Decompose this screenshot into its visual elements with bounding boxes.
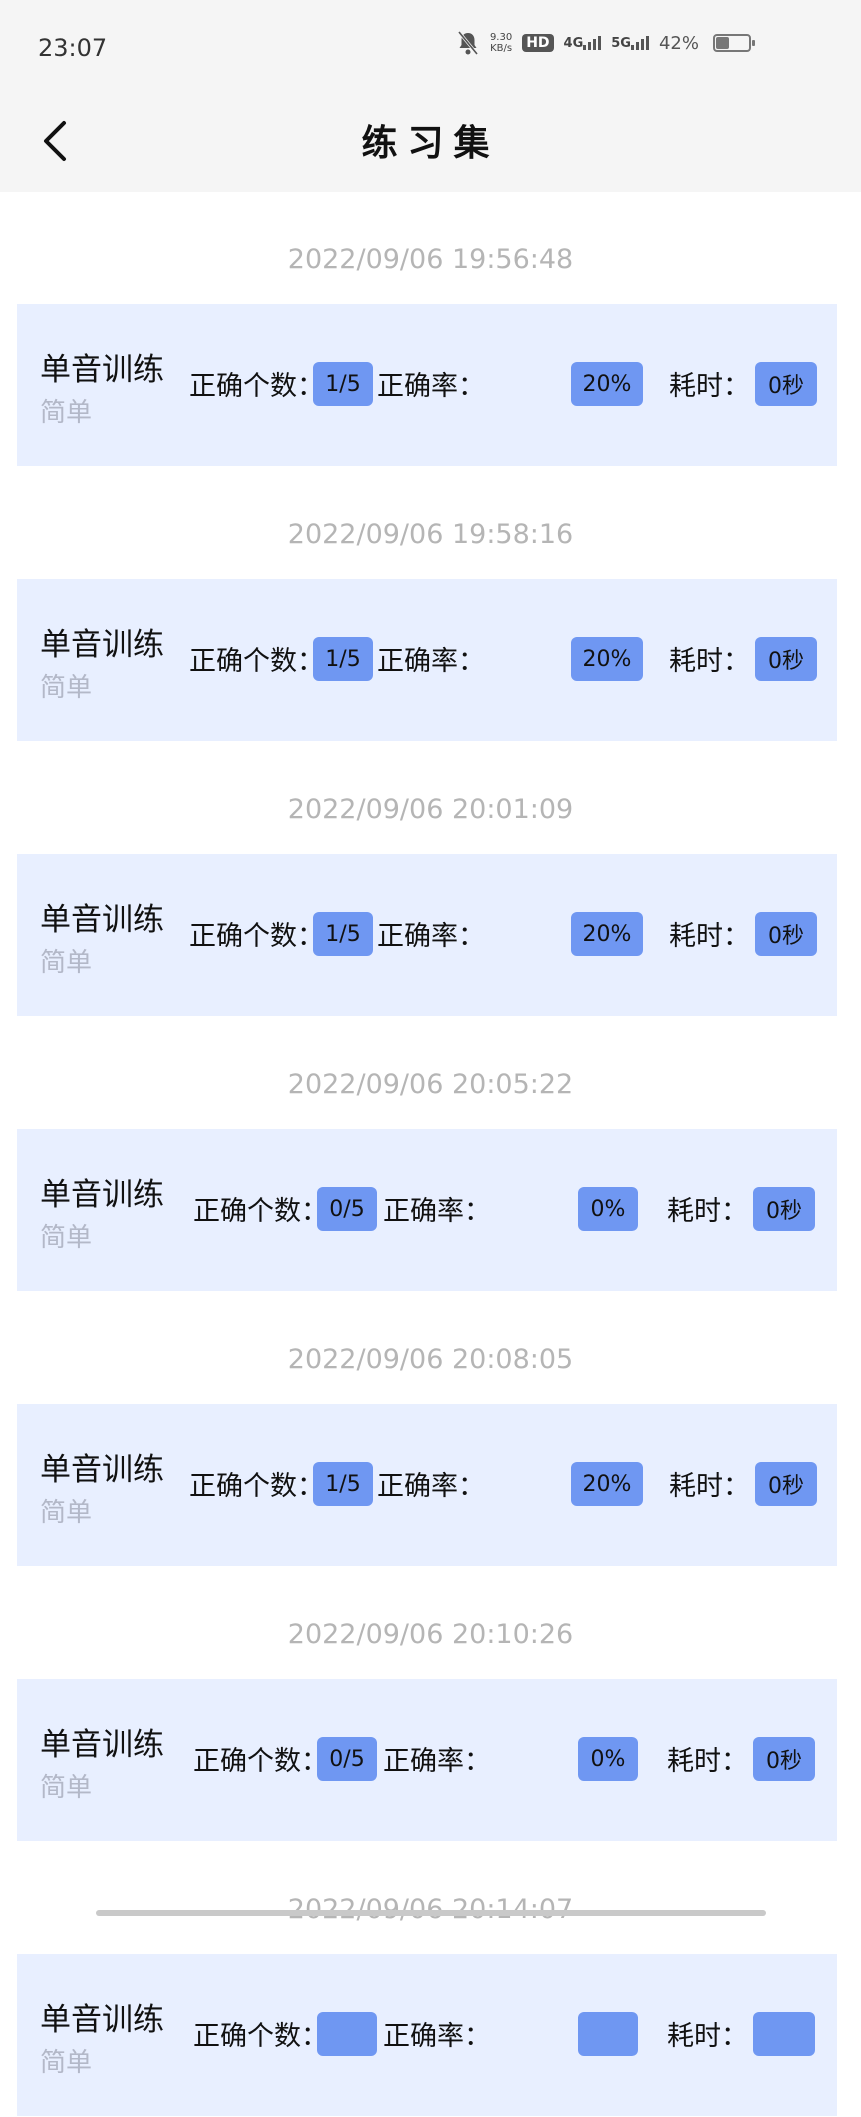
duration-label: 耗时：: [669, 921, 750, 952]
record-card[interactable]: 单音训练简单 正确个数： 1/5 正确率： 20% 耗时： 0秒: [17, 579, 837, 741]
net-speed-value: 9.30: [489, 32, 513, 43]
correct-count-label: 正确个数：: [193, 1746, 328, 1777]
accuracy-badge: 20%: [571, 1462, 643, 1506]
duration-badge: 0秒: [755, 912, 817, 956]
correct-count-badge: 0/5: [317, 1737, 377, 1781]
duration-badge: 0秒: [755, 1462, 817, 1506]
training-name: 单音训练: [40, 1177, 164, 1213]
correct-count-badge: 1/5: [313, 1462, 373, 1506]
record-list[interactable]: 2022/09/06 19:56:48 单音训练 简单 正确个数： 1/5 正确率： 20%…: [0, 192, 861, 2117]
record-card[interactable]: 单音训练简单 正确个数： 0/5 正确率： 0% 耗时： 0秒: [17, 1679, 837, 1841]
difficulty-level: 简单: [40, 398, 93, 428]
correct-count-badge: 0/5: [317, 1187, 377, 1231]
difficulty-level: 简单: [40, 1223, 93, 1253]
net-speed: 9.30 KB/s: [490, 32, 512, 54]
difficulty-level: 简单: [40, 1498, 93, 1528]
correct-count-label: 正确个数：: [193, 2021, 328, 2052]
training-name: 单音训练: [40, 627, 164, 663]
status-bar: 23:07 9.30 KB/s HD 4G 5G 42%: [0, 0, 861, 100]
record-card[interactable]: 单音训练简单 正确个数： 1/5 正确率： 20% 耗时： 0秒: [17, 854, 837, 1016]
duration-label: 耗时：: [667, 2021, 748, 2052]
home-indicator[interactable]: [96, 1910, 766, 1916]
status-icons: 9.30 KB/s HD 4G 5G 42%: [456, 30, 755, 56]
list-item: 2022/09/06 19:58:16 单音训练简单 正确个数： 1/5 正确率： 20%…: [0, 467, 861, 742]
duration-label: 耗时：: [667, 1746, 748, 1777]
record-card[interactable]: 单音训练简单 正确个数： 0/5 正确率： 0% 耗时： 0秒: [17, 1129, 837, 1291]
correct-count-badge: 1/5: [313, 637, 373, 681]
list-item: 2022/09/06 19:56:48 单音训练简单 正确个数： 1/5 正确率： 20%…: [0, 192, 861, 467]
signal-5g-icon: 5G: [611, 36, 649, 51]
correct-count-badge: [317, 2012, 377, 2056]
record-timestamp: 2022/09/06 20:05:22: [287, 1069, 574, 1100]
difficulty-level: 简单: [40, 2048, 93, 2078]
record-timestamp: 2022/09/06 20:08:05: [287, 1344, 574, 1375]
app-header: 练习集: [0, 100, 861, 192]
duration-label: 耗时：: [667, 1196, 748, 1227]
list-item: 2022/09/06 20:05:22 单音训练简单 正确个数： 0/5 正确率： 0% 耗…: [0, 1017, 861, 1292]
list-item: 2022/09/06 20:08:05 单音训练简单 正确个数： 1/5 正确率： 20%…: [0, 1292, 861, 1567]
signal-4g-label: 4G: [563, 35, 584, 51]
page-title: 练习集: [361, 122, 500, 164]
bell-off-icon: [456, 30, 480, 56]
record-timestamp: 2022/09/06 20:10:26: [287, 1619, 574, 1650]
duration-badge: [753, 2012, 815, 2056]
accuracy-badge: 20%: [571, 637, 643, 681]
record-timestamp: 2022/09/06 20:01:09: [287, 794, 574, 825]
duration-label: 耗时：: [669, 371, 750, 402]
duration-badge: 0秒: [753, 1737, 815, 1781]
record-card[interactable]: 单音训练简单 正确个数： 1/5 正确率： 20% 耗时： 0秒: [17, 1404, 837, 1566]
net-speed-unit: KB/s: [490, 43, 513, 54]
correct-count-label: 正确个数：: [193, 1196, 328, 1227]
training-name: 单音训练: [40, 2002, 164, 2038]
list-item: 2022/09/06 20:10:26 单音训练简单 正确个数： 0/5 正确率： 0% 耗…: [0, 1567, 861, 1842]
list-item: 2022/09/06 20:14:07单音训练简单正确个数：正确率：耗时：: [0, 1842, 861, 2117]
duration-label: 耗时：: [669, 1471, 750, 1502]
status-time: 23:07: [38, 34, 108, 62]
hd-icon: HD: [522, 34, 554, 52]
difficulty-level: 简单: [40, 673, 93, 703]
training-name: 单音训练: [40, 352, 164, 388]
accuracy-badge: [578, 2012, 638, 2056]
training-name: 单音训练: [40, 1727, 164, 1763]
difficulty-level: 简单: [40, 948, 93, 978]
accuracy-label: 正确率：: [377, 921, 485, 952]
accuracy-label: 正确率：: [383, 1196, 491, 1227]
record-timestamp: 2022/09/06 19:56:48: [287, 244, 574, 275]
battery-icon: [713, 34, 755, 52]
accuracy-badge: 20%: [571, 912, 643, 956]
list-item: 2022/09/06 20:01:09 单音训练简单 正确个数： 1/5 正确率： 20%…: [0, 742, 861, 1017]
accuracy-label: 正确率：: [383, 2021, 491, 2052]
record-timestamp: 2022/09/06 19:58:16: [287, 519, 574, 550]
accuracy-label: 正确率：: [377, 646, 485, 677]
accuracy-badge: 0%: [578, 1737, 638, 1781]
battery-percent: 42%: [658, 32, 699, 54]
record-card[interactable]: 单音训练简单 正确个数： 1/5 正确率： 20% 耗时： 0秒: [17, 304, 837, 466]
signal-5g-label: 5G: [611, 35, 631, 51]
correct-count-label: 正确个数：: [189, 921, 324, 952]
correct-count-label: 正确个数：: [189, 646, 324, 677]
accuracy-label: 正确率：: [377, 1471, 485, 1502]
correct-count-label: 正确个数：: [189, 371, 324, 402]
training-name: 单音训练: [40, 902, 164, 938]
accuracy-badge: 0%: [578, 1187, 638, 1231]
duration-badge: 0秒: [755, 362, 817, 406]
correct-count-badge: 1/5: [313, 912, 373, 956]
accuracy-label: 正确率：: [377, 371, 485, 402]
duration-badge: 0秒: [753, 1187, 815, 1231]
correct-count-label: 正确个数：: [189, 1471, 324, 1502]
difficulty-level: 简单: [40, 1773, 93, 1803]
correct-count-badge: 1/5: [313, 362, 373, 406]
signal-4g-icon: 4G: [564, 36, 602, 51]
record-card[interactable]: 单音训练简单 正确个数： 正确率： 耗时：: [17, 1954, 837, 2116]
accuracy-badge: 20%: [571, 362, 643, 406]
duration-badge: 0秒: [755, 637, 817, 681]
duration-label: 耗时：: [669, 646, 750, 677]
accuracy-label: 正确率：: [383, 1746, 491, 1777]
training-name: 单音训练: [40, 1452, 164, 1488]
